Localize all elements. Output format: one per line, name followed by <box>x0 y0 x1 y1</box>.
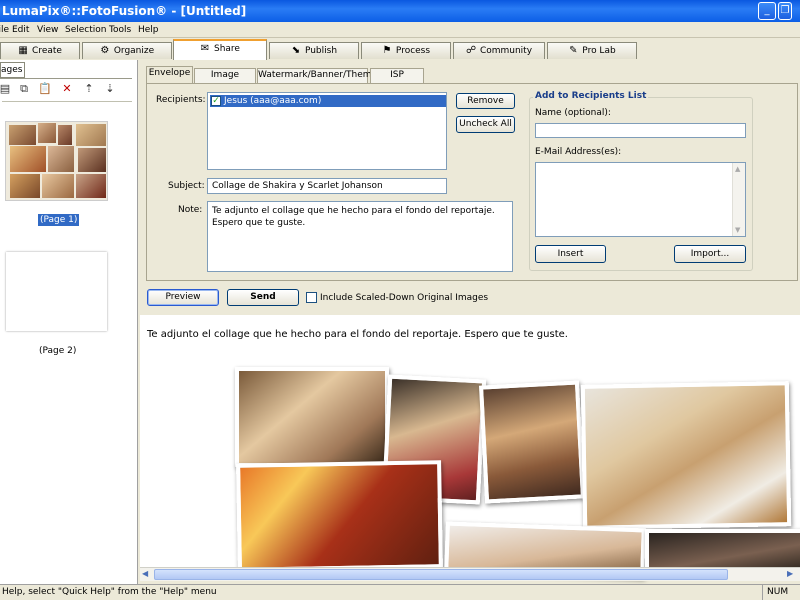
num-lock-indicator: NUM <box>762 585 798 600</box>
tab-isp-settings[interactable]: ISP Settings <box>370 68 424 93</box>
main-tabs: ▦ Create ⚙ Organize ✉ Share ⬊ Publish ⚑ Proce… <box>0 39 800 60</box>
subject-input[interactable]: Collage de Shakira y Scarlet Johanson <box>207 178 447 194</box>
tab-community[interactable]: ☍ Community <box>453 42 545 59</box>
recipients-label: Recipients: <box>156 95 206 105</box>
envelope-icon: ✉ <box>200 43 210 54</box>
title-bar: LumaPix®::FotoFusion® - [Untitled] <box>0 0 800 22</box>
collage-photo <box>235 367 389 467</box>
scroll-up-icon[interactable]: ▲ <box>735 165 740 173</box>
menu-view[interactable]: View <box>37 22 58 38</box>
scrollbar-thumb[interactable] <box>154 569 728 580</box>
name-label: Name (optional): <box>535 108 611 118</box>
collage-photo <box>580 381 792 530</box>
window-title: LumaPix®::FotoFusion® - [Untitled] <box>2 4 247 18</box>
tab-process[interactable]: ⚑ Process <box>361 42 451 59</box>
include-images-checkbox[interactable] <box>306 292 317 303</box>
minimize-button[interactable]: _ <box>758 2 776 20</box>
recipients-list[interactable]: ✓ Jesus (aaa@aaa.com) <box>207 92 447 170</box>
import-button[interactable]: Import... <box>674 245 746 263</box>
subject-label: Subject: <box>168 181 205 191</box>
scroll-left-icon[interactable]: ◀ <box>142 569 148 578</box>
preview-note-text: Te adjunto el collage que he hecho para … <box>147 329 568 340</box>
recipient-name: Jesus (aaa@aaa.com) <box>224 96 322 106</box>
include-images-label: Include Scaled-Down Original Images <box>320 293 489 303</box>
tab-publish[interactable]: ⬊ Publish <box>269 42 359 59</box>
move-down-icon[interactable]: ⇣ <box>103 82 117 96</box>
menu-selection[interactable]: Selection <box>65 22 106 38</box>
note-textarea[interactable]: Te adjunto el collage que he hecho para … <box>207 201 513 272</box>
tab-pro-lab[interactable]: ✎ Pro Lab <box>547 42 637 59</box>
send-button[interactable]: Send <box>227 289 299 306</box>
name-input[interactable] <box>535 123 746 138</box>
divider <box>0 78 132 79</box>
tab-share[interactable]: ✉ Share <box>173 39 267 60</box>
page-1-label[interactable]: (Page 1) <box>38 214 80 226</box>
page-thumbnail[interactable] <box>6 252 107 331</box>
paste-page-icon[interactable]: 📋 <box>38 82 52 96</box>
list-item[interactable]: ✓ Jesus (aaa@aaa.com) <box>210 95 446 107</box>
organize-icon: ⚙ <box>100 45 110 56</box>
delete-page-icon[interactable]: ✕ <box>60 82 74 96</box>
divider <box>2 101 132 102</box>
wrench-icon: ✎ <box>569 45 578 56</box>
publish-icon: ⬊ <box>291 45 301 56</box>
email-textarea[interactable]: ▲ ▼ <box>535 162 746 237</box>
email-preview: Te adjunto el collage que he hecho para … <box>140 315 800 579</box>
restore-button[interactable]: ❐ <box>778 2 792 20</box>
remove-button[interactable]: Remove <box>456 93 515 109</box>
menu-tools[interactable]: Tools <box>109 22 131 38</box>
menu-help[interactable]: Help <box>138 22 159 38</box>
new-page-icon[interactable]: ▤ <box>0 82 12 96</box>
process-icon: ⚑ <box>382 45 392 56</box>
insert-button[interactable]: Insert <box>535 245 606 263</box>
add-recipients-title: Add to Recipients List <box>533 91 649 101</box>
community-icon: ☍ <box>465 45 477 56</box>
status-bar: Help, select "Quick Help" from the "Help… <box>0 584 800 600</box>
tab-image-quality[interactable]: Image Quality <box>194 68 256 93</box>
scroll-right-icon[interactable]: ▶ <box>787 569 793 578</box>
preview-button[interactable]: Preview <box>147 289 219 306</box>
note-label: Note: <box>178 205 203 215</box>
uncheck-all-button[interactable]: Uncheck All <box>456 116 515 133</box>
collage-photo <box>236 460 443 572</box>
recipient-checkbox[interactable]: ✓ <box>211 96 221 106</box>
move-up-icon[interactable]: ⇡ <box>82 82 96 96</box>
tab-watermark[interactable]: Watermark/Banner/Theme <box>257 68 377 83</box>
scrollbar[interactable]: ▲ ▼ <box>732 163 745 236</box>
tab-envelope[interactable]: Envelope <box>146 66 193 84</box>
status-help-text: Help, select "Quick Help" from the "Help… <box>2 587 217 597</box>
tab-pages[interactable]: ages <box>0 62 25 78</box>
page-thumbnail[interactable] <box>5 121 108 201</box>
menu-bar: File Edit View Selection Tools Help <box>0 22 800 38</box>
copy-page-icon[interactable]: ⧉ <box>17 82 31 96</box>
menu-edit[interactable]: Edit <box>12 22 29 38</box>
grid-icon: ▦ <box>18 45 28 56</box>
tab-create[interactable]: ▦ Create <box>0 42 80 59</box>
email-label: E-Mail Address(es): <box>535 147 622 157</box>
menu-file[interactable]: File <box>0 22 9 38</box>
page-2-label[interactable]: (Page 2) <box>39 346 76 356</box>
horizontal-scrollbar[interactable]: ◀ ▶ <box>140 567 800 581</box>
scroll-down-icon[interactable]: ▼ <box>735 226 740 234</box>
tab-organize[interactable]: ⚙ Organize <box>82 42 172 59</box>
collage-photo <box>478 380 586 504</box>
